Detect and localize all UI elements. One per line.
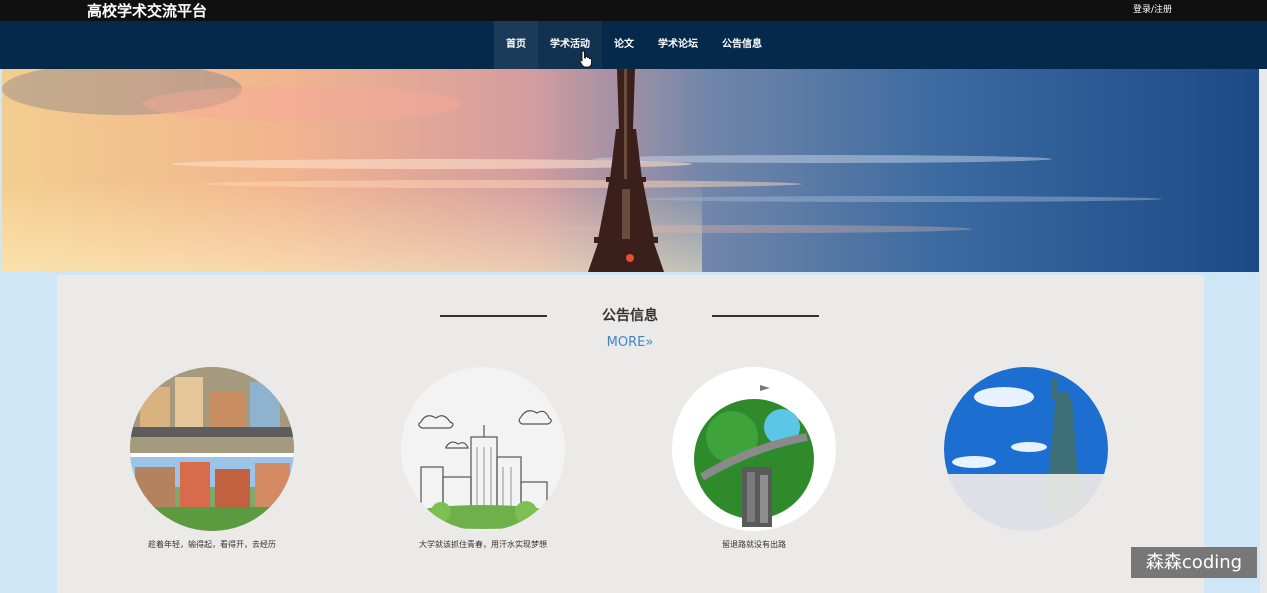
- page-scrollbar[interactable]: [1260, 69, 1267, 593]
- notice-image-3[interactable]: [672, 367, 836, 531]
- banner-image: [2, 69, 1259, 272]
- notice-image-1[interactable]: [130, 367, 294, 531]
- watermark: 森森coding: [1131, 547, 1257, 578]
- login-register-link[interactable]: 登录/注册: [1133, 4, 1172, 16]
- nav-item-papers[interactable]: 论文: [602, 21, 646, 69]
- nav-item-announcements[interactable]: 公告信息: [710, 21, 774, 69]
- notice-image-2[interactable]: [401, 367, 565, 531]
- carousel-indicator-dot[interactable]: [626, 254, 634, 262]
- blurred-overlay: [940, 474, 1110, 532]
- nav-item-home[interactable]: 首页: [494, 21, 538, 69]
- site-title: 高校学术交流平台: [87, 2, 208, 20]
- hand-cursor-icon: [579, 50, 592, 68]
- top-bar: 高校学术交流平台 登录/注册: [0, 0, 1267, 21]
- section-title: 公告信息: [602, 308, 658, 324]
- nav-item-academic-forum[interactable]: 学术论坛: [646, 21, 710, 69]
- notice-caption-1[interactable]: 趁着年轻，输得起，看得开，去经历: [92, 539, 332, 551]
- notice-caption-2[interactable]: 大学就该抓住青春，用汗水实现梦想: [363, 539, 603, 551]
- notice-caption-3[interactable]: 留退路就没有出路: [634, 539, 874, 551]
- nav-menu: 首页 学术活动 论文 学术论坛 公告信息: [494, 21, 774, 69]
- more-link[interactable]: MORE»: [0, 334, 1260, 352]
- hero-banner: [2, 69, 1259, 272]
- main-nav: 首页 学术活动 论文 学术论坛 公告信息: [0, 21, 1267, 69]
